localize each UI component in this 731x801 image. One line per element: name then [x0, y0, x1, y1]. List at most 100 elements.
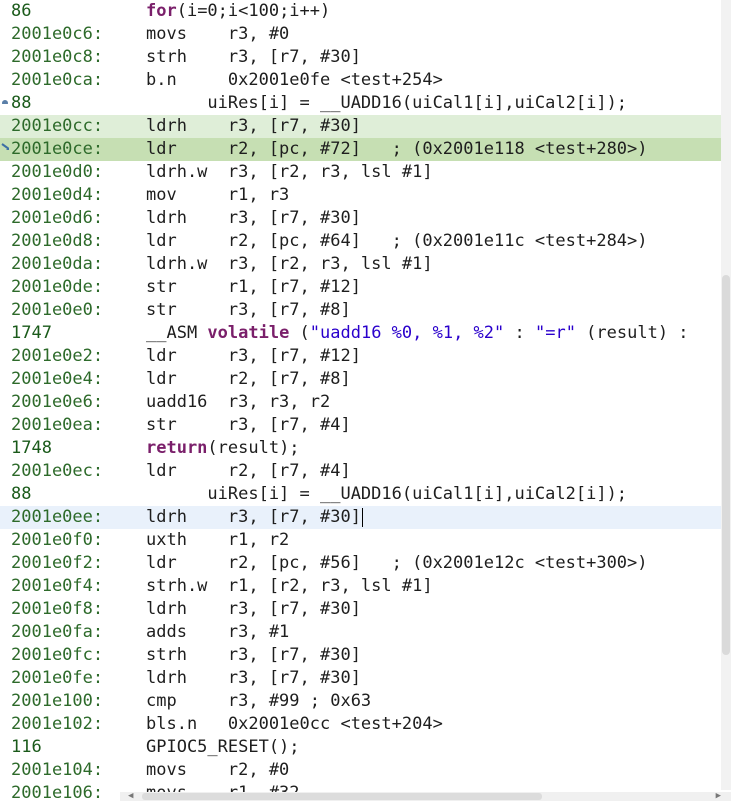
- disassembly-line[interactable]: 2001e0ec: ldr r2, [r7, #4]: [0, 460, 731, 483]
- code-token: (i=0;i<100;i++): [176, 1, 331, 21]
- instruction-text: b.n 0x2001e0fe <test+254>: [146, 69, 443, 92]
- instruction-address: 2001e0d6:: [11, 208, 104, 228]
- keyword-token: volatile: [207, 323, 290, 343]
- source-line[interactable]: 88 uiRes[i] = __UADD16(uiCal1[i],uiCal2[…: [0, 483, 731, 506]
- line-number: 1748: [11, 438, 52, 458]
- instruction-address: 2001e0cc:: [11, 116, 104, 136]
- line-number: 116: [11, 737, 42, 757]
- disassembly-line[interactable]: 2001e0fc: strh r3, [r7, #30]: [0, 644, 731, 667]
- instruction-address: 2001e0ce:: [11, 139, 104, 159]
- instruction-text: ldrh r3, [r7, #30]: [146, 115, 361, 138]
- source-code: __ASM volatile ("uadd16 %0, %1, %2" : "=…: [146, 322, 689, 345]
- code-token: ldr r2, [pc, #64] ; (0x2001e11c <test+28…: [146, 231, 648, 251]
- disassembly-line[interactable]: 2001e0ee: ldrh r3, [r7, #30]: [0, 506, 731, 529]
- horizontal-scroll-thumb[interactable]: [142, 793, 542, 800]
- source-code: uiRes[i] = __UADD16(uiCal1[i],uiCal2[i])…: [146, 483, 627, 506]
- keyword-token: return: [146, 438, 208, 458]
- instruction-text: uadd16 r3, r3, r2: [146, 391, 330, 414]
- scroll-right-icon[interactable]: ▶: [716, 792, 721, 801]
- disassembly-line[interactable]: 2001e0de: str r1, [r7, #12]: [0, 276, 731, 299]
- text-cursor: [362, 508, 363, 527]
- disassembly-line[interactable]: 2001e0fe: ldrh r3, [r7, #30]: [0, 667, 731, 690]
- code-token: ldrh.w r3, [r2, r3, lsl #1]: [146, 162, 433, 182]
- code-token: b.n 0x2001e0fe <test+254>: [146, 70, 443, 90]
- disassembly-line[interactable]: 2001e0f0: uxth r1, r2: [0, 529, 731, 552]
- disassembly-line[interactable]: 2001e0ca: b.n 0x2001e0fe <test+254>: [0, 69, 731, 92]
- code-token: str r1, [r7, #12]: [146, 277, 361, 297]
- code-token: movs r3, #0: [146, 24, 290, 44]
- code-token: mov r1, r3: [146, 185, 290, 205]
- code-token: uxth r1, r2: [146, 530, 290, 550]
- line-number: 88: [11, 93, 32, 113]
- disassembly-line[interactable]: 2001e0da: ldrh.w r3, [r2, r3, lsl #1]: [0, 253, 731, 276]
- code-token: str r3, [r7, #8]: [146, 300, 351, 320]
- instruction-text: adds r3, #1: [146, 621, 289, 644]
- code-token: ldrh r3, [r7, #30]: [146, 599, 361, 619]
- instruction-text: str r3, [r7, #8]: [146, 299, 351, 322]
- disassembly-line[interactable]: 2001e0e6: uadd16 r3, r3, r2: [0, 391, 731, 414]
- scroll-left-icon[interactable]: ◀: [128, 792, 133, 801]
- vertical-scroll-thumb[interactable]: [722, 275, 730, 655]
- disassembly-line[interactable]: 2001e0f2: ldr r2, [pc, #56] ; (0x2001e12c…: [0, 552, 731, 575]
- string-token: "uadd16 %0, %1, %2": [309, 323, 505, 343]
- code-token: ldrh r3, [r7, #30]: [146, 116, 361, 136]
- instruction-address: 2001e0e4:: [11, 369, 104, 389]
- source-code: for(i=0;i<100;i++): [146, 0, 330, 23]
- source-line[interactable]: 1747 __ASM volatile ("uadd16 %0, %1, %2" …: [0, 322, 731, 345]
- code-token: ldrh r3, [r7, #30]: [146, 208, 361, 228]
- disassembly-line[interactable]: 2001e0cc: ldrh r3, [r7, #30]: [0, 115, 731, 138]
- code-token: (: [289, 323, 310, 343]
- disassembly-line[interactable]: 2001e0c6: movs r3, #0: [0, 23, 731, 46]
- instruction-text: movs r2, #0: [146, 759, 289, 782]
- instruction-text: ldrh.w r3, [r2, r3, lsl #1]: [146, 253, 433, 276]
- disassembly-line[interactable]: 2001e0ea: str r3, [r7, #4]: [0, 414, 731, 437]
- keyword-token: for: [146, 1, 177, 21]
- disassembly-line[interactable]: 2001e0c8: strh r3, [r7, #30]: [0, 46, 731, 69]
- vertical-scrollbar[interactable]: [721, 0, 731, 790]
- string-token: "=r": [534, 323, 576, 343]
- disassembly-line[interactable]: 2001e0fa: adds r3, #1: [0, 621, 731, 644]
- code-token: ldr r2, [r7, #8]: [146, 369, 351, 389]
- instruction-text: ldr r2, [pc, #72] ; (0x2001e118 <test+28…: [146, 138, 648, 161]
- breakpoint-icon: [2, 100, 8, 104]
- disassembly-line[interactable]: 2001e0f4: strh.w r1, [r2, r3, lsl #1]: [0, 575, 731, 598]
- instruction-address: 2001e0f8:: [11, 599, 104, 619]
- disassembly-line[interactable]: 2001e0e2: ldr r3, [r7, #12]: [0, 345, 731, 368]
- disassembly-line[interactable]: 2001e0e4: ldr r2, [r7, #8]: [0, 368, 731, 391]
- disassembly-line[interactable]: 2001e0f8: ldrh r3, [r7, #30]: [0, 598, 731, 621]
- instruction-address: 2001e0fc:: [11, 645, 104, 665]
- source-line[interactable]: 1748 return(result);: [0, 437, 731, 460]
- disassembly-line[interactable]: 2001e0ce: ldr r2, [pc, #72] ; (0x2001e118…: [0, 138, 731, 161]
- code-token: ldr r3, [r7, #12]: [146, 346, 361, 366]
- instruction-address: 2001e104:: [11, 760, 104, 780]
- source-code: uiRes[i] = __UADD16(uiCal1[i],uiCal2[i])…: [146, 92, 627, 115]
- disassembly-line[interactable]: 2001e102: bls.n 0x2001e0cc <test+204>: [0, 713, 731, 736]
- instruction-address: 2001e0ca:: [11, 70, 104, 90]
- code-token: ldrh.w r3, [r2, r3, lsl #1]: [146, 254, 433, 274]
- instruction-address: 2001e0f0:: [11, 530, 104, 550]
- horizontal-scrollbar[interactable]: ◀ ▶: [120, 792, 731, 801]
- disassembly-line[interactable]: 2001e0e0: str r3, [r7, #8]: [0, 299, 731, 322]
- disassembly-line[interactable]: 2001e0d8: ldr r2, [pc, #64] ; (0x2001e11c…: [0, 230, 731, 253]
- instruction-text: mov r1, r3: [146, 184, 289, 207]
- disassembly-line[interactable]: 2001e0d6: ldrh r3, [r7, #30]: [0, 207, 731, 230]
- source-line[interactable]: 86 for(i=0;i<100;i++): [0, 0, 731, 23]
- disassembly-line[interactable]: 2001e104: movs r2, #0: [0, 759, 731, 782]
- instruction-text: cmp r3, #99 ; 0x63: [146, 690, 371, 713]
- line-number: 86: [11, 1, 32, 21]
- disassembly-line[interactable]: 2001e0d4: mov r1, r3: [0, 184, 731, 207]
- instruction-address: 2001e0f4:: [11, 576, 104, 596]
- instruction-text: ldrh r3, [r7, #30]: [146, 207, 361, 230]
- instruction-address: 2001e0fe:: [11, 668, 104, 688]
- source-code: GPIOC5_RESET();: [146, 736, 300, 759]
- code-token: ldr r2, [r7, #4]: [146, 461, 351, 481]
- disassembly-view[interactable]: 86 for(i=0;i<100;i++) 2001e0c6: movs r3, #0…: [0, 0, 731, 801]
- source-line[interactable]: 88 uiRes[i] = __UADD16(uiCal1[i],uiCal2[…: [0, 92, 731, 115]
- instruction-text: ldr r2, [pc, #64] ; (0x2001e11c <test+28…: [146, 230, 648, 253]
- source-line[interactable]: 116 GPIOC5_RESET();: [0, 736, 731, 759]
- instruction-address: 2001e0d8:: [11, 231, 104, 251]
- disassembly-line[interactable]: 2001e100: cmp r3, #99 ; 0x63: [0, 690, 731, 713]
- instruction-text: strh r3, [r7, #30]: [146, 644, 361, 667]
- disassembly-line[interactable]: 2001e0d0: ldrh.w r3, [r2, r3, lsl #1]: [0, 161, 731, 184]
- instruction-address: 2001e100:: [11, 691, 104, 711]
